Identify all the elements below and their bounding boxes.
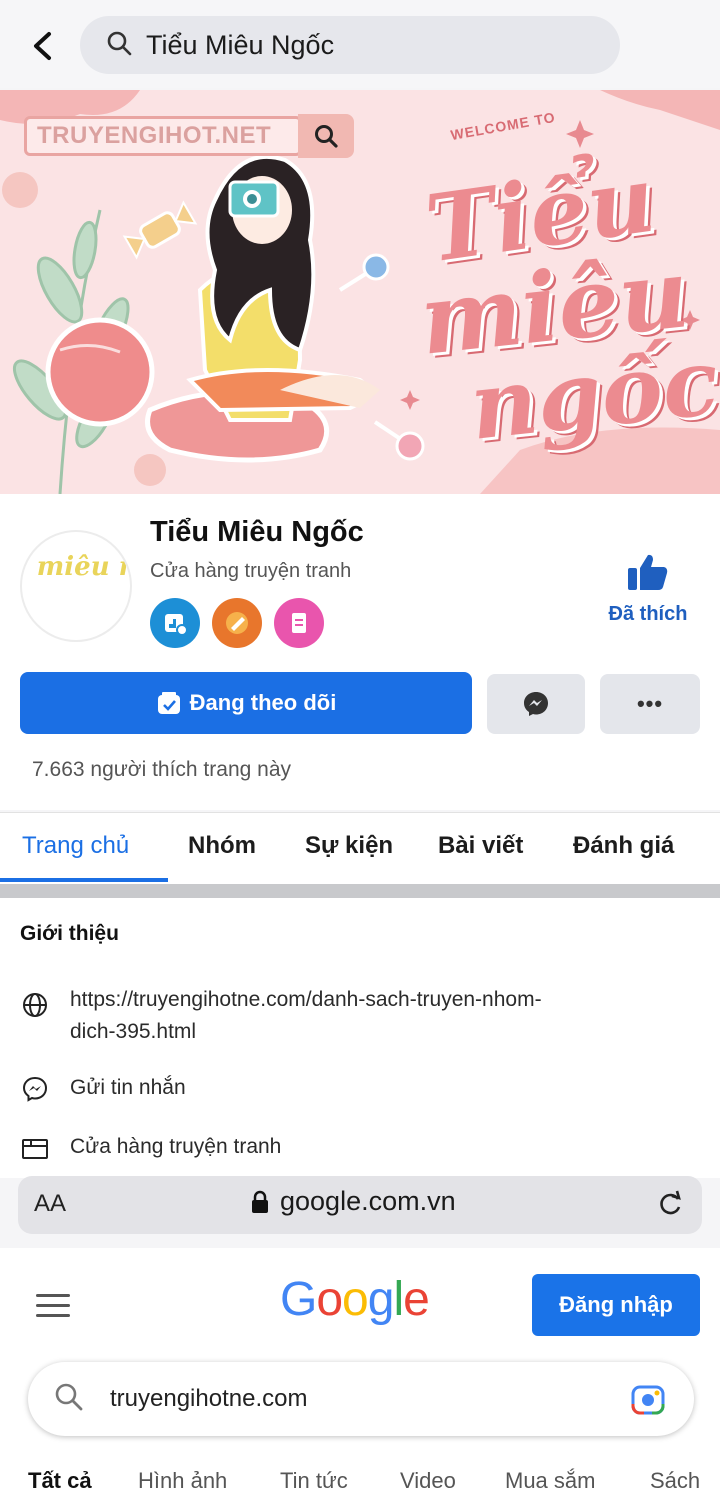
tab-events[interactable]: Sự kiện [305,832,393,860]
more-dots-icon: ••• [636,691,664,716]
send-message-link[interactable]: Gửi tin nhắn [70,1072,186,1104]
page-likes-count: 7.663 người thích trang này [32,758,291,781]
google-search-query: truyengihotne.com [110,1385,308,1412]
search-input[interactable]: Tiểu Miêu Ngốc [80,16,620,74]
google-tab-news[interactable]: Tin tức [280,1468,348,1494]
avatar[interactable]: Tiểu miêu ngốc [20,530,132,642]
search-icon [106,30,132,61]
intro-category: Cửa hàng truyện tranh [70,1135,282,1158]
active-tab-indicator [0,878,168,882]
google-tab-images[interactable]: Hình ảnh [138,1468,227,1494]
more-options-button[interactable]: ••• [600,674,700,734]
avatar-logo-text: Tiểu miêu ngốc [26,550,126,582]
section-divider [0,884,720,898]
website-link[interactable]: https://truyengihotne.com/danh-sach-truy… [70,984,542,1048]
page-category: Cửa hàng truyện tranh [150,560,352,582]
domain-text: google.com.vn [280,1186,456,1216]
website-link-line-1: https://truyengihotne.com/danh-sach-truy… [70,988,542,1011]
thumbs-up-icon [628,554,668,590]
responsive-badge-icon[interactable] [150,598,200,648]
google-tab-all[interactable]: Tất cả [28,1468,92,1494]
tab-home[interactable]: Trang chủ [22,832,129,860]
google-lens-icon[interactable] [630,1384,666,1416]
tab-groups[interactable]: Nhóm [188,832,256,860]
back-arrow-icon[interactable] [22,24,62,68]
google-search-icon [54,1382,84,1417]
cover-brand-text: TRUYENGIHOT.NET [24,116,302,156]
reload-icon[interactable] [656,1188,684,1225]
globe-icon [20,990,50,1020]
following-check-icon [157,692,180,714]
tab-posts[interactable]: Bài viết [438,832,523,860]
page-title: Tiểu Miêu Ngốc [150,516,364,548]
messenger-icon [524,692,548,716]
menu-icon[interactable] [36,1294,70,1324]
google-tab-video[interactable]: Video [400,1468,456,1494]
lock-icon [252,1190,268,1213]
cover-photo[interactable]: TRUYENGIHOT.NET WELCOME TO Tiểu miêu ngố… [0,90,720,494]
following-label: Đang theo dõi [189,690,337,715]
google-search-input[interactable]: truyengihotne.com [28,1362,694,1436]
google-logo: Google [280,1273,430,1326]
browser-domain[interactable]: google.com.vn [250,1186,456,1217]
message-button[interactable] [487,674,585,734]
following-button[interactable]: Đang theo dõi [20,672,472,734]
checklist-badge-icon[interactable] [274,598,324,648]
text-size-button[interactable]: AA [34,1190,66,1218]
google-tab-books[interactable]: Sách [650,1468,700,1494]
avatar-logo: Tiểu miêu ngốc [26,550,126,582]
search-query: Tiểu Miêu Ngốc [146,29,335,60]
liked-label: Đã thích [608,603,688,625]
store-icon [20,1134,50,1164]
cover-search-icon [298,114,354,158]
sign-in-button[interactable]: Đăng nhập [532,1274,700,1336]
liked-button[interactable]: Đã thích [596,552,700,626]
top-fan-badge-icon[interactable] [212,598,262,648]
google-tab-shopping[interactable]: Mua sắm [505,1468,595,1494]
messenger-small-icon [20,1074,50,1104]
website-link-line-2: dich-395.html [70,1020,197,1043]
intro-heading: Giới thiệu [20,922,119,945]
tab-reviews[interactable]: Đánh giá [573,832,674,860]
